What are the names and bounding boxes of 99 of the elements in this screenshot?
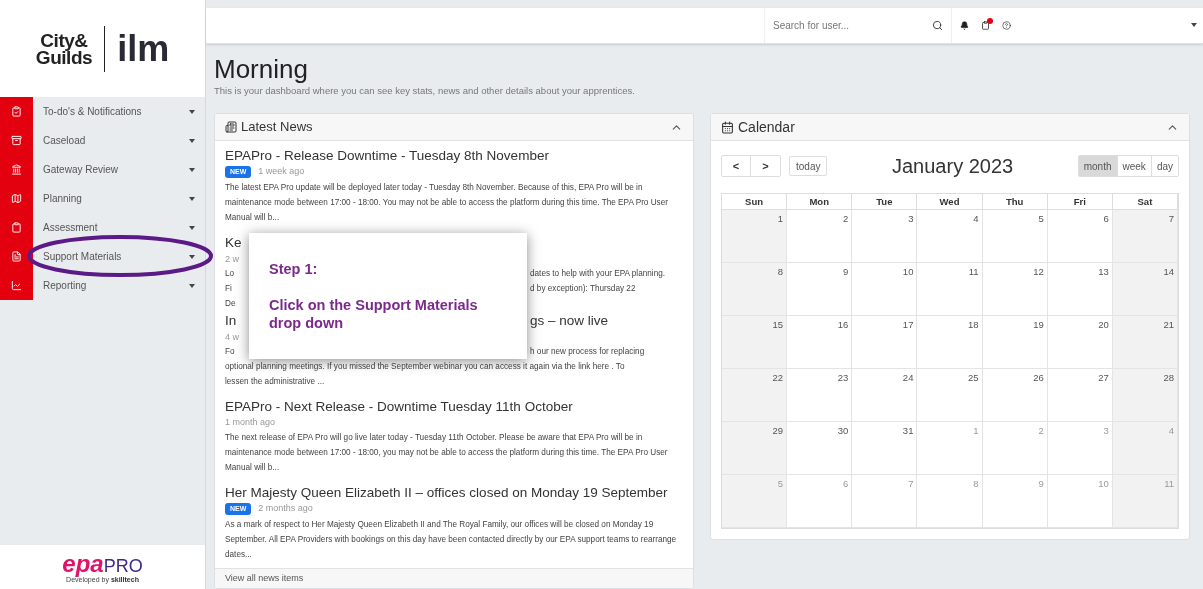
news-body: lessen the administrative ... — [225, 375, 326, 388]
covered-text: Fi — [225, 282, 233, 295]
sidebar-item[interactable]: Reporting — [33, 271, 205, 300]
covered-text: dates to help with your EPA planning. — [530, 267, 666, 280]
covered-text: gs – now live — [530, 311, 609, 330]
calendar-day[interactable]: 23 — [837, 371, 849, 386]
news-age: 1 week ago — [258, 165, 305, 178]
news-body: As a mark of respect to Her Majesty Queen Elizabeth II and The Royal Family, our offices will be closed on Monday 19 September. All EPA Providers with bookings on this day have been contacted directly by our EPA support teams to rearrange dates... — [225, 518, 678, 561]
calendar-day[interactable]: 17 — [902, 318, 914, 333]
news-age: 1 month ago — [225, 415, 276, 429]
bell-icon[interactable] — [960, 20, 969, 30]
calendar-day[interactable]: 12 — [1033, 265, 1044, 280]
search-field[interactable]: Search for user... — [773, 17, 916, 33]
view-tab[interactable]: day — [1150, 156, 1178, 176]
calendar-day[interactable]: 28 — [1163, 371, 1174, 386]
covered-text: h our new process for replacing — [530, 345, 645, 358]
calendar-day[interactable]: 31 — [902, 424, 914, 439]
news-title[interactable]: Her Majesty Queen Elizabeth II – offices closed on Monday 19 September — [225, 483, 683, 502]
news-age: 2 months ago — [258, 502, 313, 515]
calendar-day[interactable]: 27 — [1098, 371, 1109, 386]
map-icon — [11, 193, 22, 204]
calendar-day[interactable]: 2 — [843, 212, 849, 227]
calendar-day[interactable]: 5 — [1038, 212, 1044, 227]
calendar-day[interactable]: 9 — [843, 265, 849, 280]
sidebar-item[interactable]: Assessment — [33, 213, 205, 242]
building-icon — [11, 164, 22, 175]
calendar-day[interactable]: 16 — [837, 318, 849, 333]
sidebar-item[interactable]: Planning — [33, 184, 205, 213]
calendar-day[interactable]: 19 — [1033, 318, 1044, 333]
partner-logo-text: ilm — [117, 30, 170, 67]
calendar-day[interactable]: 21 — [1163, 318, 1174, 333]
calendar-day[interactable]: 6 — [1103, 212, 1109, 227]
covered-text: Ke — [225, 233, 243, 252]
panel-title: Calendar — [738, 117, 795, 137]
sidebar-item[interactable]: Gateway Review — [33, 155, 205, 184]
footer-logo-text: epa — [62, 551, 104, 576]
caret-icon — [189, 225, 195, 230]
page-title: Morning — [214, 53, 309, 84]
covered-text: 2 w — [225, 252, 240, 266]
view-all-news-link[interactable]: View all news items — [225, 571, 304, 586]
calendar-day[interactable]: 30 — [837, 424, 849, 439]
caret-icon — [189, 254, 195, 259]
help-icon[interactable] — [1002, 20, 1011, 30]
newspaper-icon — [225, 121, 237, 133]
covered-text: Lo — [225, 267, 236, 280]
calendar-day[interactable]: 10 — [902, 265, 914, 280]
page-subtitle: This is your dashboard where you can see key stats, news and other details about your apprentices. — [214, 83, 636, 98]
brand-logo-text: City& — [40, 31, 88, 49]
caret-icon — [189, 283, 195, 288]
calendar-day[interactable]: 1 — [777, 212, 784, 227]
calendar-day[interactable]: 26 — [1033, 371, 1044, 386]
footer-logo-text: PRO — [103, 556, 143, 575]
calendar-day[interactable]: 13 — [1098, 265, 1109, 280]
sidebar-item[interactable]: Caseload — [33, 126, 205, 155]
calendar-day[interactable]: 3 — [908, 212, 914, 227]
caret-icon — [189, 138, 195, 143]
clipboard-icon — [11, 222, 22, 233]
caret-icon — [189, 167, 195, 172]
calendar-day[interactable]: 25 — [968, 371, 979, 386]
next-month-button[interactable]: > — [751, 156, 780, 176]
calendar-day[interactable]: 29 — [772, 424, 784, 439]
covered-text: Fo — [225, 345, 236, 358]
news-title[interactable]: EPAPro - Next Release - Downtime Tuesday 11th October — [225, 396, 683, 416]
calendar-day[interactable]: 8 — [777, 265, 784, 280]
step-label: Step 1: — [269, 259, 319, 279]
covered-text: De — [225, 297, 237, 310]
previous-month-button[interactable]: < — [722, 156, 751, 176]
month-title: January 2023 — [891, 154, 1015, 179]
covered-text: 4 w — [225, 330, 240, 344]
news-body: The latest EPA Pro update will be deployed later today - Tuesday 8th November. Because of this, EPA Pro will be in maintenance mode between 17:00 - 18:00. You may not be able to access the platform during this time. The EPA Pro User Manual will b... — [225, 181, 669, 224]
covered-text: In — [225, 311, 238, 330]
step-instruction: Click on the Support Materials drop down — [269, 296, 479, 333]
today-button[interactable]: today — [789, 156, 828, 176]
calendar-day[interactable]: 15 — [772, 318, 784, 333]
clipboard-check-icon — [11, 106, 22, 117]
calendar-day[interactable]: 11 — [968, 265, 979, 280]
line-chart-icon — [11, 280, 22, 291]
calendar-day[interactable]: 22 — [772, 371, 784, 386]
clipboard-icon[interactable] — [981, 20, 990, 30]
view-tab[interactable]: month — [1078, 156, 1117, 176]
sidebar-item[interactable]: To-do's & Notifications — [33, 97, 205, 126]
calendar-icon — [721, 120, 734, 134]
caret-icon — [1191, 23, 1197, 28]
calendar-day[interactable]: 20 — [1098, 318, 1109, 333]
caret-icon — [189, 109, 195, 114]
news-title[interactable]: EPAPro - Release Downtime - Tuesday 8th November — [225, 146, 683, 165]
document-icon — [11, 251, 22, 262]
news-body: The next release of EPA Pro will go live later today - Tuesday 11th October. Please be aware that EPA Pro will be in maintenance mode between 17:00 - 18:00, you may not be able to access the platform during this time. The EPA Pro User Manual will b... — [225, 432, 669, 474]
calendar-day[interactable]: 24 — [902, 371, 914, 386]
panel-title: Latest News — [241, 118, 313, 137]
search-icon[interactable] — [932, 19, 943, 31]
caret-icon — [189, 196, 195, 201]
calendar-day[interactable]: 7 — [1168, 212, 1174, 227]
news-body: optional planning meetings. If you missed the September webinar you can access it again via the link here . To — [225, 360, 626, 373]
calendar-day[interactable]: 14 — [1163, 265, 1174, 280]
calendar-day[interactable]: 4 — [973, 212, 979, 227]
calendar-day[interactable]: 18 — [968, 318, 979, 333]
covered-text: d by exception): Thursday 22 — [530, 282, 636, 295]
archive-box-icon — [11, 135, 22, 146]
